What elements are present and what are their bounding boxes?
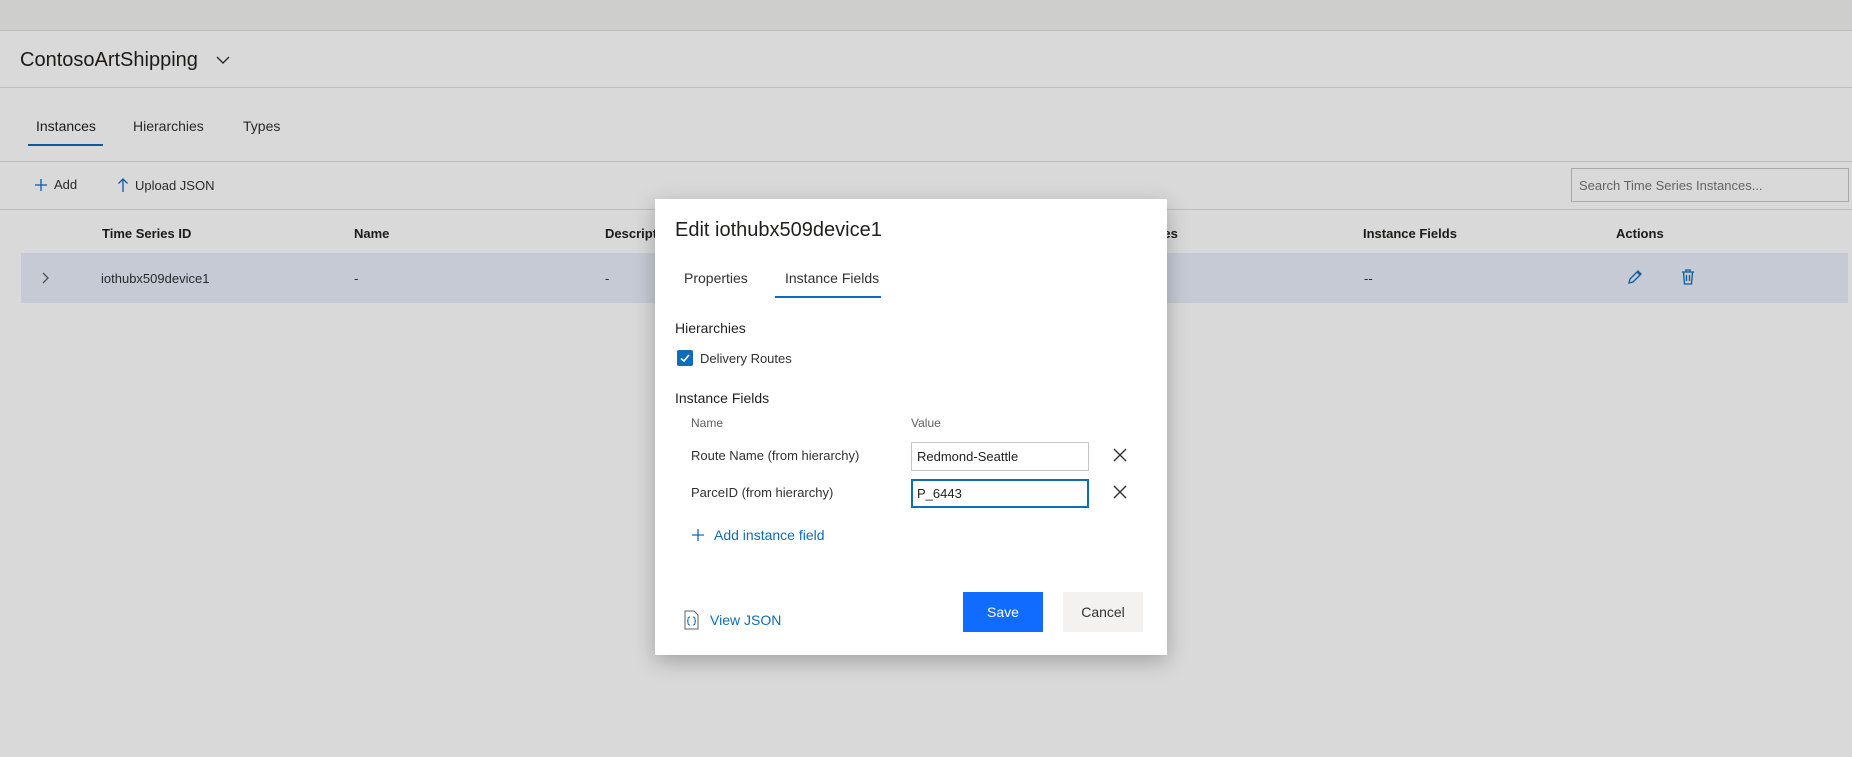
view-json-link[interactable]: View JSON — [682, 610, 781, 630]
field-name-parcel: ParceID (from hierarchy) — [691, 485, 834, 500]
checkmark-icon — [680, 354, 690, 363]
route-name-value-input[interactable] — [911, 442, 1089, 471]
instance-fields-heading: Instance Fields — [675, 390, 770, 406]
field-name-route: Route Name (from hierarchy) — [691, 448, 860, 463]
edit-instance-dialog: Edit iothubx509device1 Properties Instan… — [655, 199, 1167, 655]
delivery-routes-label: Delivery Routes — [700, 351, 792, 366]
view-json-label: View JSON — [710, 612, 782, 628]
parcel-id-value-input[interactable] — [911, 479, 1089, 508]
dialog-title: Edit iothubx509device1 — [675, 219, 882, 241]
hierarchies-heading: Hierarchies — [675, 320, 746, 336]
delivery-routes-checkbox[interactable] — [677, 350, 693, 366]
remove-parcel-field-close-icon[interactable] — [1112, 484, 1128, 505]
tab-instance-fields[interactable]: Instance Fields — [785, 270, 879, 286]
dialog-active-tab-indicator — [775, 296, 881, 298]
fields-col-name: Name — [691, 416, 724, 430]
remove-route-field-close-icon[interactable] — [1112, 447, 1128, 468]
plus-icon — [692, 529, 704, 541]
tab-properties[interactable]: Properties — [684, 270, 748, 286]
json-braces-icon — [684, 610, 699, 630]
cancel-button[interactable]: Cancel — [1063, 592, 1143, 632]
save-button[interactable]: Save — [963, 592, 1043, 632]
add-instance-field-label: Add instance field — [714, 527, 825, 543]
fields-col-value: Value — [911, 416, 941, 430]
add-instance-field-button[interactable]: Add instance field — [691, 527, 825, 543]
